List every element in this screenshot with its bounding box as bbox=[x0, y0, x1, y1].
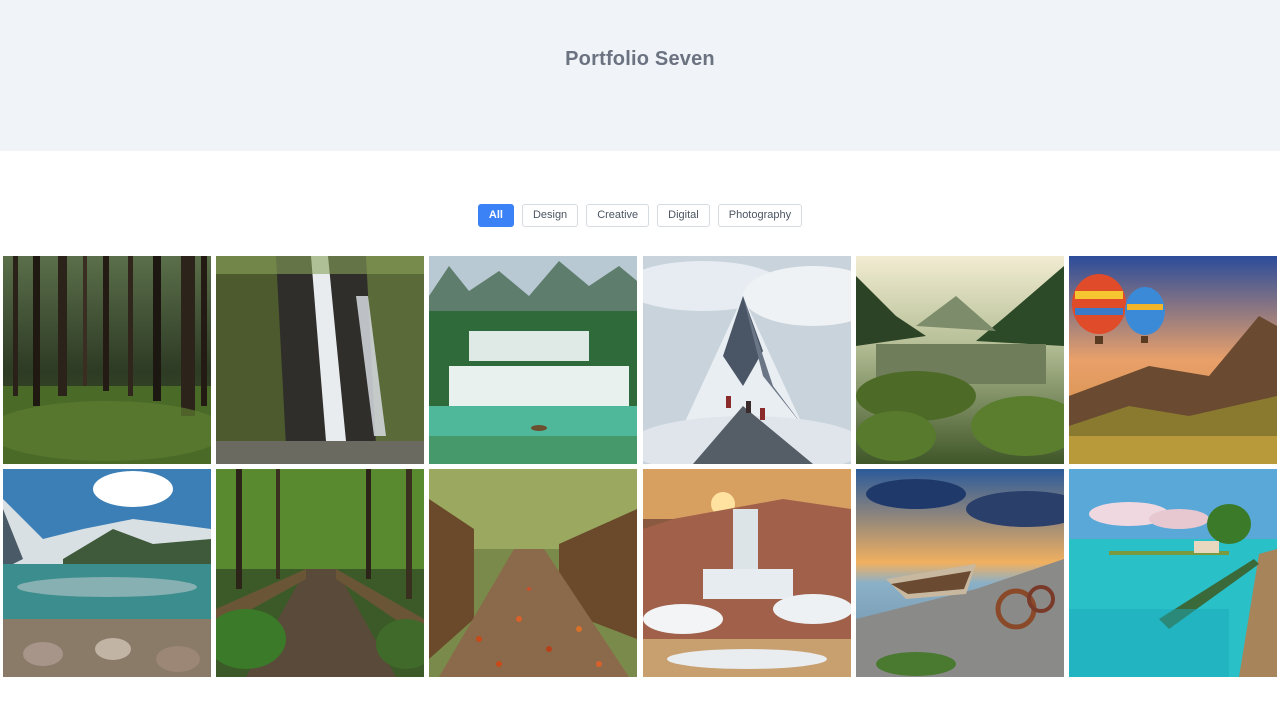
hot-air-balloons-photo[interactable] bbox=[1068, 256, 1277, 464]
filter-digital-button[interactable]: Digital bbox=[657, 204, 710, 227]
portfolio-gallery bbox=[3, 256, 1277, 677]
mountain-climbers-photo[interactable] bbox=[642, 256, 851, 464]
filter-photography-button[interactable]: Photography bbox=[717, 204, 803, 227]
page-title: Portfolio Seven bbox=[565, 48, 715, 70]
terraced-waterfalls-photo[interactable] bbox=[429, 256, 638, 464]
tropical-pier-photo[interactable] bbox=[1068, 469, 1277, 677]
autumn-path-photo[interactable] bbox=[429, 469, 638, 677]
forest-boardwalk-photo[interactable] bbox=[216, 469, 425, 677]
mountain-lake-photo[interactable] bbox=[855, 256, 1064, 464]
waterfall-photo[interactable] bbox=[216, 256, 425, 464]
alpine-lake-photo[interactable] bbox=[3, 469, 211, 677]
snowy-waterfall-photo[interactable] bbox=[642, 469, 851, 677]
filter-design-button[interactable]: Design bbox=[521, 204, 579, 227]
filter-all-button[interactable]: All bbox=[477, 204, 514, 227]
boat-shore-photo[interactable] bbox=[855, 469, 1064, 677]
page-header: Portfolio Seven bbox=[0, 0, 1280, 151]
portfolio-filters: All Design Creative Digital Photography bbox=[0, 204, 1280, 227]
filter-creative-button[interactable]: Creative bbox=[586, 204, 650, 227]
forest-photo[interactable] bbox=[3, 256, 211, 464]
